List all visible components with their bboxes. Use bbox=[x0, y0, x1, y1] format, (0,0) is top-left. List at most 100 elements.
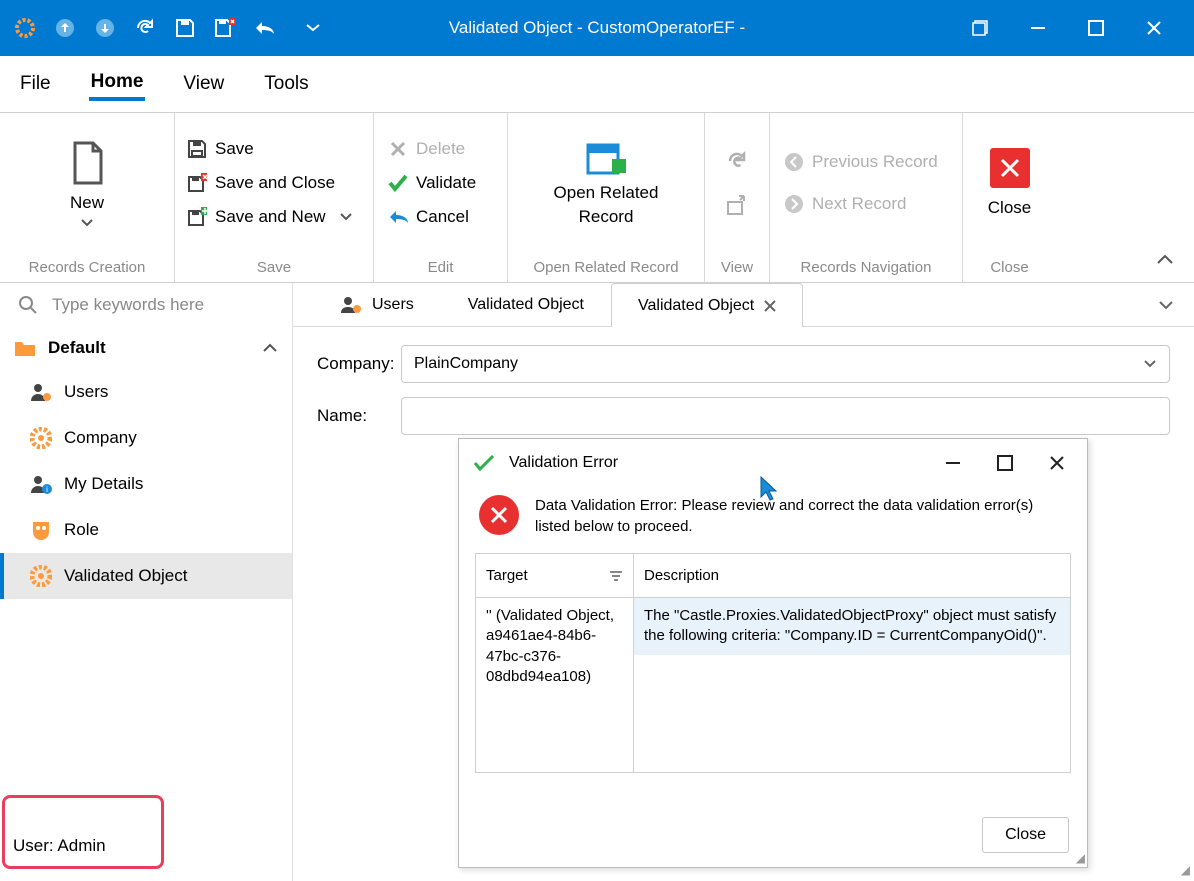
group-label-edit: Edit bbox=[374, 252, 507, 282]
sort-icon[interactable] bbox=[609, 570, 623, 582]
nav-item-users[interactable]: Users bbox=[0, 369, 292, 415]
menu-view[interactable]: View bbox=[181, 69, 226, 99]
resize-grip-icon[interactable]: ◢ bbox=[1181, 863, 1190, 877]
users-icon bbox=[340, 296, 362, 314]
back-arrow-icon bbox=[388, 207, 408, 227]
col-desc-header: Description bbox=[644, 567, 719, 584]
new-button[interactable]: New bbox=[67, 139, 107, 227]
name-label: Name: bbox=[317, 406, 401, 426]
save-new-icon bbox=[187, 207, 207, 227]
save-close-icon bbox=[187, 173, 207, 193]
dialog-message: Data Validation Error: Please review and… bbox=[535, 495, 1067, 537]
group-label-close: Close bbox=[963, 252, 1056, 282]
restore-window-icon[interactable] bbox=[970, 18, 990, 38]
name-input[interactable] bbox=[401, 397, 1170, 435]
refresh-button bbox=[726, 150, 748, 172]
next-record-button: Next Record bbox=[784, 194, 906, 214]
resize-grip-icon[interactable]: ◢ bbox=[1076, 851, 1085, 865]
row-target: '' (Validated Object, a9461ae4-84b6-47bc… bbox=[476, 598, 633, 695]
validation-dialog: Validation Error Data Validation Error: … bbox=[458, 438, 1088, 868]
ribbon: New Records Creation Save Save and Close… bbox=[0, 113, 1194, 283]
gear-icon bbox=[30, 565, 52, 587]
open-related-record-button[interactable]: Open Related Record bbox=[554, 139, 659, 227]
validate-button[interactable]: Validate bbox=[388, 173, 476, 193]
svg-text:i: i bbox=[46, 485, 48, 494]
close-tab-icon[interactable] bbox=[764, 300, 776, 312]
dropdown-icon[interactable] bbox=[302, 17, 324, 39]
gear-icon[interactable] bbox=[14, 17, 36, 39]
nav-item-role[interactable]: Role bbox=[0, 507, 292, 553]
save-button[interactable]: Save bbox=[187, 139, 254, 159]
group-label-view: View bbox=[705, 252, 769, 282]
save-close-icon[interactable] bbox=[214, 17, 236, 39]
nav-item-validated-object[interactable]: Validated Object bbox=[0, 553, 292, 599]
nav-item-my-details[interactable]: i My Details bbox=[0, 461, 292, 507]
search-input[interactable]: Type keywords here bbox=[0, 283, 292, 327]
close-button[interactable]: Close bbox=[988, 148, 1031, 218]
group-label-open-related: Open Related Record bbox=[508, 252, 704, 282]
dialog-minimize-icon[interactable] bbox=[945, 455, 961, 471]
delete-button: Delete bbox=[388, 139, 465, 159]
upload-icon[interactable] bbox=[54, 17, 76, 39]
check-icon bbox=[473, 454, 495, 472]
users-icon bbox=[30, 381, 52, 403]
save-icon[interactable] bbox=[174, 17, 196, 39]
minimize-icon[interactable] bbox=[1028, 18, 1048, 38]
close-icon bbox=[990, 148, 1030, 188]
tab-validated-object-2[interactable]: Validated Object bbox=[611, 283, 803, 327]
menu-file[interactable]: File bbox=[18, 69, 53, 99]
delete-icon bbox=[388, 139, 408, 159]
status-user: User: Admin bbox=[2, 795, 164, 869]
col-target-header: Target bbox=[486, 567, 528, 584]
cancel-button[interactable]: Cancel bbox=[388, 207, 469, 227]
refresh-icon[interactable] bbox=[134, 17, 156, 39]
nav-group-default[interactable]: Default bbox=[0, 327, 292, 369]
titlebar: Validated Object - CustomOperatorEF - bbox=[0, 0, 1194, 56]
save-icon bbox=[187, 139, 207, 159]
gear-icon bbox=[30, 427, 52, 449]
content: Users Validated Object Validated Object … bbox=[293, 283, 1194, 881]
maximize-icon[interactable] bbox=[1086, 18, 1106, 38]
dialog-close-button[interactable]: Close bbox=[982, 817, 1069, 853]
arrow-left-icon bbox=[784, 152, 804, 172]
menu-tools[interactable]: Tools bbox=[262, 69, 310, 99]
nav-item-company[interactable]: Company bbox=[0, 415, 292, 461]
ribbon-collapse-icon[interactable] bbox=[1156, 253, 1174, 265]
group-label-nav: Records Navigation bbox=[770, 252, 962, 282]
folder-icon bbox=[14, 337, 36, 359]
group-label-save: Save bbox=[175, 252, 373, 282]
mask-icon bbox=[30, 519, 52, 541]
group-label-records-creation: Records Creation bbox=[0, 252, 174, 282]
sidebar: Type keywords here Default Users Company… bbox=[0, 283, 293, 881]
save-and-close-button[interactable]: Save and Close bbox=[187, 173, 335, 193]
tab-users[interactable]: Users bbox=[313, 282, 441, 326]
validation-table: Target '' (Validated Object, a9461ae4-84… bbox=[475, 553, 1071, 773]
row-description: The "Castle.Proxies.ValidatedObjectProxy… bbox=[634, 598, 1070, 655]
open-related-icon bbox=[582, 139, 630, 179]
company-label: Company: bbox=[317, 354, 401, 374]
chevron-down-icon bbox=[81, 219, 93, 227]
tab-validated-object-1[interactable]: Validated Object bbox=[441, 282, 611, 326]
check-icon bbox=[388, 173, 408, 193]
export-button bbox=[726, 194, 748, 216]
chevron-down-icon bbox=[1143, 359, 1157, 369]
menubar: File Home View Tools bbox=[0, 56, 1194, 113]
error-icon bbox=[479, 495, 519, 535]
document-tabs: Users Validated Object Validated Object bbox=[293, 283, 1194, 327]
chevron-down-icon[interactable] bbox=[1158, 300, 1174, 310]
save-and-new-button[interactable]: Save and New bbox=[187, 207, 352, 227]
undo-icon[interactable] bbox=[254, 17, 276, 39]
dialog-maximize-icon[interactable] bbox=[997, 455, 1013, 471]
company-select[interactable]: PlainCompany bbox=[401, 345, 1170, 383]
dialog-title: Validation Error bbox=[509, 454, 618, 472]
close-window-icon[interactable] bbox=[1144, 18, 1164, 38]
menu-home[interactable]: Home bbox=[89, 67, 146, 101]
dialog-close-icon[interactable] bbox=[1049, 455, 1065, 471]
previous-record-button: Previous Record bbox=[784, 152, 938, 172]
new-label: New bbox=[70, 193, 104, 213]
search-icon bbox=[18, 295, 38, 315]
chevron-up-icon bbox=[262, 343, 278, 353]
chevron-down-icon bbox=[340, 213, 352, 221]
download-icon[interactable] bbox=[94, 17, 116, 39]
user-info-icon: i bbox=[30, 473, 52, 495]
